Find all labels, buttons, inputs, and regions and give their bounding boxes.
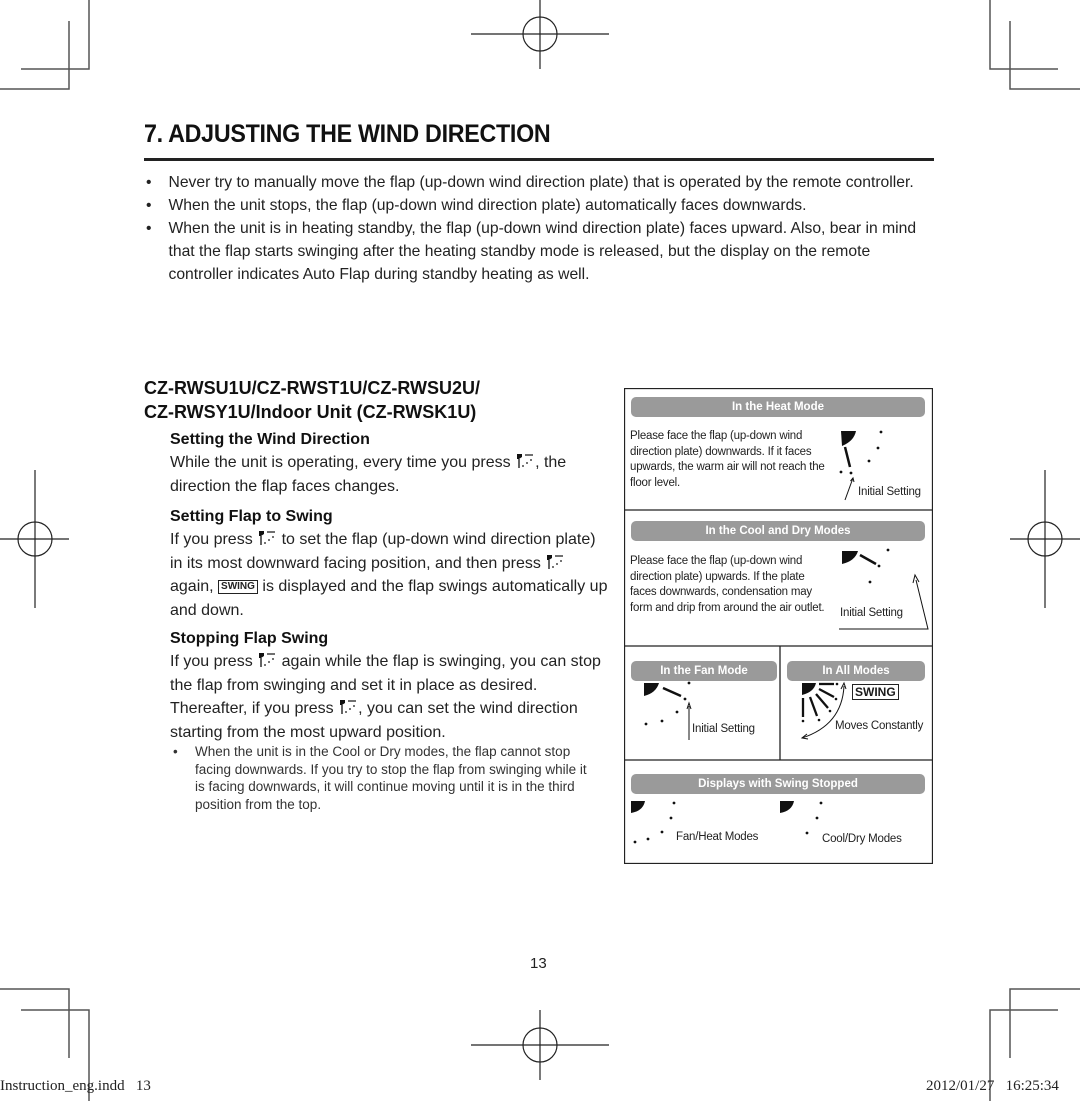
fan-heat-modes-label: Fan/Heat Modes <box>676 831 759 843</box>
cool-dry-mode-header: In the Cool and Dry Modes <box>631 521 925 541</box>
heat-initial-setting-label: Initial Setting <box>858 486 921 498</box>
caution-item: When the unit stops, the flap (up-down w… <box>144 194 918 217</box>
section-stop-swing: Stopping Flap Swing If you press again w… <box>170 630 610 744</box>
flap-button-icon <box>340 700 357 714</box>
swing-indicator-badge: SWING <box>218 580 258 594</box>
model-line-1: CZ-RWSU1U/CZ-RWST1U/CZ-RWSU2U/ <box>144 378 480 398</box>
fan-mode-header: In the Fan Mode <box>631 661 777 681</box>
all-modes-header: In All Modes <box>787 661 925 681</box>
section-body: If you press to set the flap (up-down wi… <box>170 531 608 619</box>
section-heading: Setting the Wind Direction <box>170 431 370 448</box>
cool-dry-modes-label: Cool/Dry Modes <box>822 833 902 845</box>
section-body: While the unit is operating, every time … <box>170 454 567 495</box>
print-timestamp: 2012/01/27 16:25:34 <box>926 1078 1059 1094</box>
caution-item: When the unit is in heating standby, the… <box>144 217 918 286</box>
flap-button-icon <box>259 531 276 545</box>
fan-flap-diagram-icon <box>644 681 692 740</box>
heat-mode-header: In the Heat Mode <box>631 397 925 417</box>
section-flap-swing: Setting Flap to Swing If you press to se… <box>170 508 610 622</box>
model-line-2: CZ-RWSY1U/Indoor Unit (CZ-RWSK1U) <box>144 402 477 422</box>
fan-heat-stopped-icon <box>631 801 676 844</box>
flap-button-icon <box>547 554 564 569</box>
cool-dry-mode-text: Please face the flap (up-down wind direc… <box>630 555 825 614</box>
page-title: 7. ADJUSTING THE WIND DIRECTION <box>144 120 551 148</box>
section-body: If you press again while the flap is swi… <box>170 653 601 741</box>
page-number: 13 <box>530 955 547 972</box>
cool-dry-initial-setting-label: Initial Setting <box>840 607 903 619</box>
caution-list: Never try to manually move the flap (up-… <box>144 171 934 286</box>
mode-diagram-panel: In the Heat Mode Please face the flap (u… <box>624 388 933 864</box>
flap-button-icon <box>259 653 276 667</box>
file-slug: Instruction_eng.indd 13 <box>0 1078 151 1094</box>
title-divider <box>144 158 934 161</box>
cool-dry-flap-diagram-icon <box>839 548 929 630</box>
caution-item: Never try to manually move the flap (up-… <box>144 171 918 194</box>
model-heading: CZ-RWSU1U/CZ-RWST1U/CZ-RWSU2U/ CZ-RWSY1U… <box>144 376 480 424</box>
moves-constantly-label: Moves Constantly <box>835 720 924 732</box>
cool-dry-stopped-icon <box>780 801 823 835</box>
section-wind-direction: Setting the Wind Direction While the uni… <box>170 431 610 498</box>
cool-dry-note: When the unit is in the Cool or Dry mode… <box>173 743 595 813</box>
swing-stopped-header: Displays with Swing Stopped <box>631 774 925 794</box>
flap-button-icon <box>517 454 534 468</box>
swing-indicator-badge: SWING <box>852 684 899 700</box>
fan-initial-setting-label: Initial Setting <box>692 723 755 735</box>
heat-mode-text: Please face the flap (up-down wind direc… <box>630 430 825 489</box>
section-heading: Stopping Flap Swing <box>170 630 329 647</box>
section-heading: Setting Flap to Swing <box>170 508 333 525</box>
